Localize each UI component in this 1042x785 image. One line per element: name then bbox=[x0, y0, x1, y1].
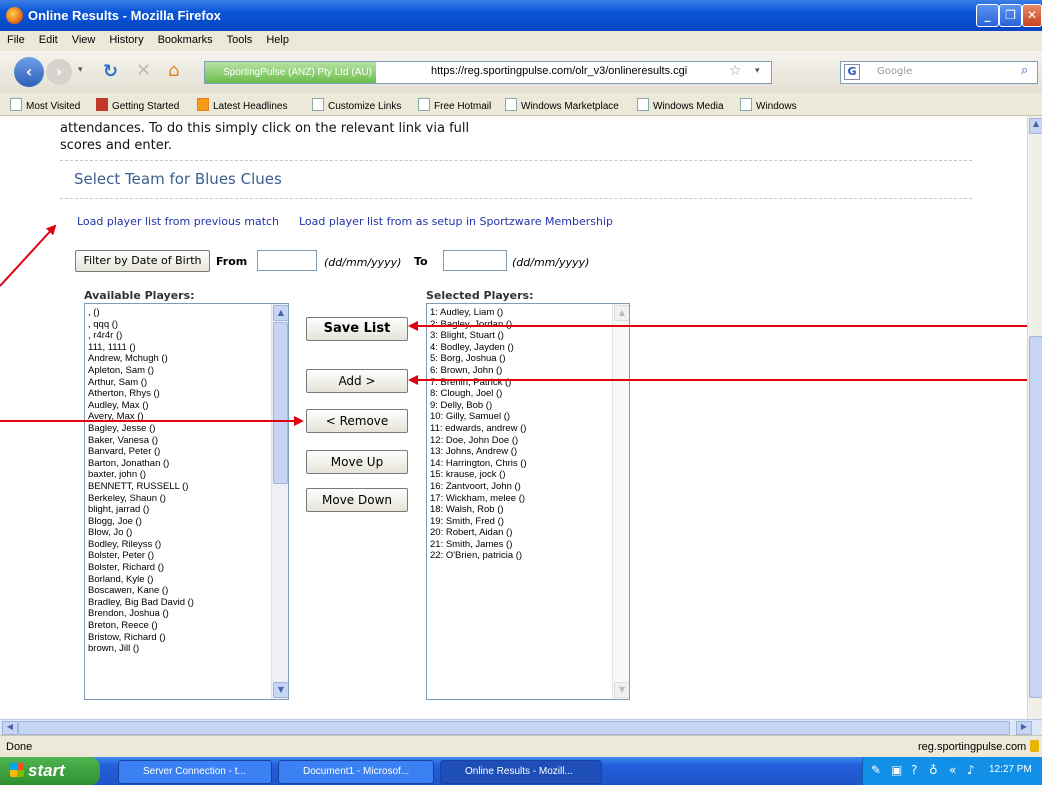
firefox-logo-icon bbox=[6, 7, 23, 24]
url-dropdown-icon[interactable]: ▾ bbox=[755, 66, 760, 76]
tray-expand-icon[interactable]: « bbox=[949, 763, 956, 777]
menu-bar: File Edit View History Bookmarks Tools Help bbox=[0, 31, 1042, 51]
bookmark-label: Most Visited bbox=[26, 101, 81, 112]
firefox-bookmark-icon bbox=[96, 98, 108, 111]
bookmark-free-hotmail[interactable]: Free Hotmail bbox=[418, 98, 491, 112]
tray-volume-icon[interactable]: ♪ bbox=[967, 763, 975, 777]
tray-help-icon[interactable]: ? bbox=[911, 763, 917, 777]
bookmark-label: Customize Links bbox=[328, 101, 402, 112]
page-content: attendances. To do this simply click on … bbox=[0, 116, 1027, 719]
menu-tools[interactable]: Tools bbox=[220, 31, 260, 46]
bookmark-customize-links[interactable]: Customize Links bbox=[312, 98, 401, 112]
system-tray: ✎ ▣ ? ♁ « ♪ 12:27 PM bbox=[862, 757, 1042, 785]
bookmark-label: Latest Headlines bbox=[213, 101, 288, 112]
bookmark-icon bbox=[10, 98, 22, 111]
status-text: Done bbox=[6, 741, 33, 753]
lock-icon[interactable] bbox=[1030, 740, 1039, 752]
task-server-connection[interactable]: Server Connection - t... bbox=[118, 760, 272, 784]
restore-button[interactable]: ❐ bbox=[999, 4, 1022, 27]
google-engine-icon[interactable]: G bbox=[844, 64, 860, 80]
clock: 12:27 PM bbox=[989, 764, 1032, 775]
page-scroll-up-icon[interactable]: ▲ bbox=[1029, 118, 1042, 134]
bookmark-getting-started[interactable]: Getting Started bbox=[96, 98, 179, 112]
navigation-toolbar: ‹ › ▾ ↻ ✕ ⌂ SportingPulse (ANZ) Pty Ltd … bbox=[0, 51, 1042, 94]
menu-file[interactable]: File bbox=[0, 31, 32, 46]
page-icon bbox=[505, 98, 517, 111]
tray-bulb-icon[interactable]: ♁ bbox=[929, 763, 938, 777]
search-icon[interactable]: ⌕ bbox=[1021, 63, 1028, 78]
windows-logo-icon bbox=[10, 763, 24, 777]
bookmark-label: Windows Marketplace bbox=[521, 101, 619, 112]
menu-edit[interactable]: Edit bbox=[32, 31, 65, 46]
task-online-results[interactable]: Online Results - Mozill... bbox=[440, 760, 602, 784]
tray-pen-icon[interactable]: ✎ bbox=[871, 763, 881, 777]
window-title: Online Results - Mozilla Firefox bbox=[28, 8, 221, 23]
page-scroll-left-icon[interactable]: ◀ bbox=[2, 721, 18, 735]
page-icon bbox=[418, 98, 430, 111]
history-dropdown-icon[interactable]: ▾ bbox=[78, 65, 83, 75]
page-icon bbox=[312, 98, 324, 111]
page-horizontal-scrollbar[interactable]: ◀ ▶ bbox=[0, 719, 1042, 736]
bookmark-label: Getting Started bbox=[112, 101, 180, 112]
page-vertical-scrollbar[interactable]: ▲ bbox=[1027, 116, 1042, 719]
menu-history[interactable]: History bbox=[102, 31, 150, 46]
bookmark-windows-marketplace[interactable]: Windows Marketplace bbox=[505, 98, 619, 112]
bookmarks-toolbar: Most Visited Getting Started Latest Head… bbox=[0, 93, 1042, 116]
tray-network-icon[interactable]: ▣ bbox=[891, 763, 902, 777]
menu-view[interactable]: View bbox=[65, 31, 103, 46]
close-button[interactable]: ✕ bbox=[1022, 4, 1042, 27]
bookmark-star-icon[interactable]: ☆ bbox=[729, 63, 742, 79]
rss-icon bbox=[197, 98, 209, 111]
site-identity-button[interactable]: SportingPulse (ANZ) Pty Ltd (AU) bbox=[205, 62, 376, 83]
page-icon bbox=[637, 98, 649, 111]
forward-button[interactable]: › bbox=[46, 59, 72, 85]
menu-bookmarks[interactable]: Bookmarks bbox=[151, 31, 220, 46]
search-placeholder: Google bbox=[877, 66, 913, 77]
page-hscroll-thumb[interactable] bbox=[18, 721, 1010, 735]
page-scroll-thumb[interactable] bbox=[1029, 336, 1042, 698]
page-scroll-right-icon[interactable]: ▶ bbox=[1016, 721, 1032, 735]
status-domain: reg.sportingpulse.com bbox=[918, 741, 1027, 753]
reload-icon[interactable]: ↻ bbox=[103, 61, 118, 82]
search-box[interactable]: G Google ⌕ bbox=[840, 61, 1038, 84]
page-icon bbox=[740, 98, 752, 111]
bookmark-windows-media[interactable]: Windows Media bbox=[637, 98, 724, 112]
window-titlebar[interactable]: Online Results - Mozilla Firefox _ ❐ ✕ bbox=[0, 0, 1042, 31]
annotation-arrows bbox=[0, 224, 1027, 426]
bookmark-label: Windows Media bbox=[653, 101, 724, 112]
status-bar: Done reg.sportingpulse.com bbox=[0, 735, 1042, 758]
annotation-arrow-links bbox=[0, 224, 57, 287]
bookmark-most-visited[interactable]: Most Visited bbox=[10, 98, 80, 112]
home-icon[interactable]: ⌂ bbox=[168, 60, 179, 81]
url-bar[interactable]: SportingPulse (ANZ) Pty Ltd (AU) https:/… bbox=[204, 61, 772, 84]
minimize-button[interactable]: _ bbox=[976, 4, 999, 27]
bookmark-label: Windows bbox=[756, 101, 797, 112]
bookmark-windows[interactable]: Windows bbox=[740, 98, 797, 112]
bookmark-latest-headlines[interactable]: Latest Headlines bbox=[197, 98, 288, 112]
back-button[interactable]: ‹ bbox=[14, 57, 44, 87]
menu-help[interactable]: Help bbox=[259, 31, 296, 46]
taskbar: start Server Connection - t... Document1… bbox=[0, 757, 1042, 785]
bookmark-label: Free Hotmail bbox=[434, 101, 492, 112]
task-document1[interactable]: Document1 - Microsof... bbox=[278, 760, 434, 784]
stop-icon[interactable]: ✕ bbox=[136, 60, 151, 81]
url-text[interactable]: https://reg.sportingpulse.com/olr_v3/onl… bbox=[431, 65, 687, 77]
